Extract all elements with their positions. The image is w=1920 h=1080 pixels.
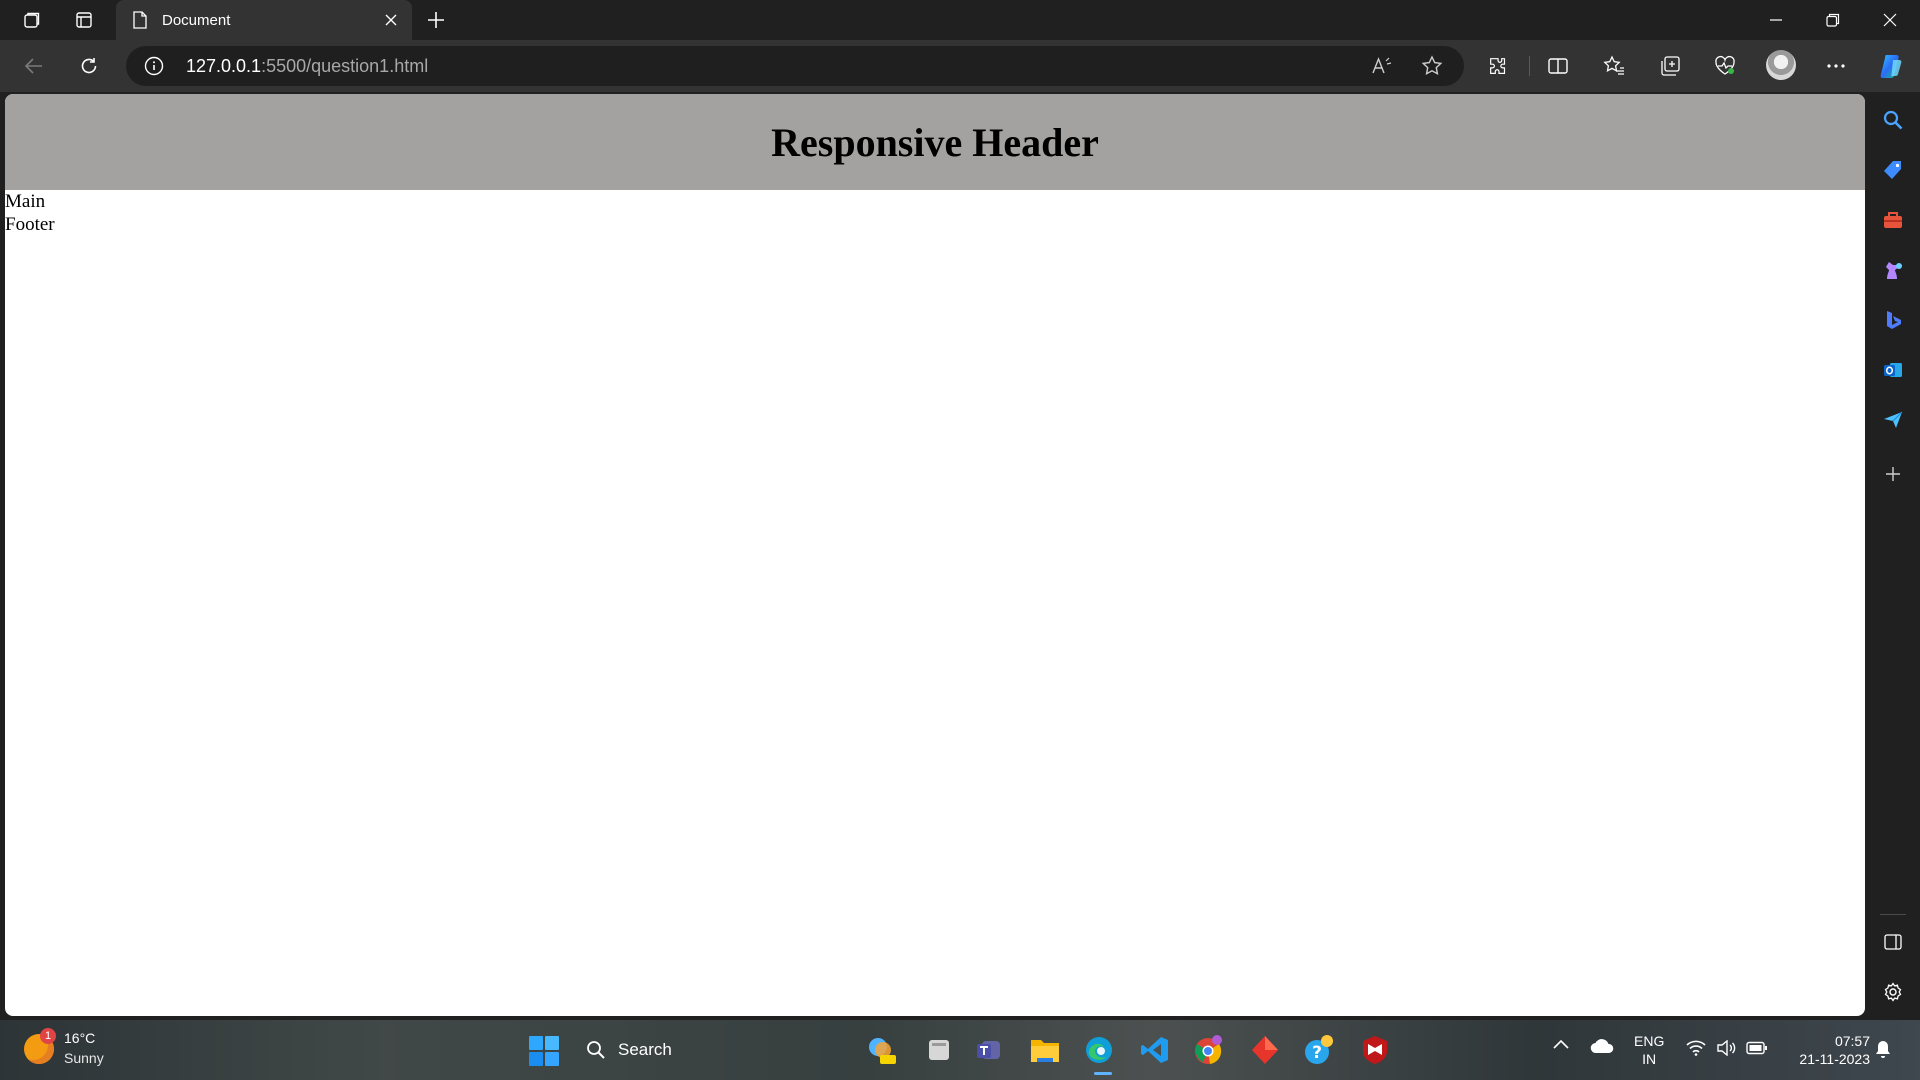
refresh-icon[interactable] — [71, 48, 107, 84]
teams-icon[interactable] — [972, 1033, 1006, 1067]
weather-badge: 1 — [40, 1028, 56, 1044]
hide-sidebar-icon[interactable] — [1875, 924, 1911, 960]
red-diamond-app-icon[interactable] — [1248, 1033, 1282, 1067]
info-icon[interactable] — [144, 56, 164, 76]
mcafee-icon[interactable] — [1358, 1033, 1392, 1067]
taskbar-search[interactable]: Search — [586, 1034, 776, 1066]
show-hidden-icons[interactable] — [1552, 1038, 1570, 1050]
copilot-pre-app-icon[interactable] — [864, 1033, 898, 1067]
games-icon[interactable] — [1875, 252, 1911, 288]
active-app-indicator — [1094, 1072, 1112, 1075]
file-app-icon[interactable] — [922, 1033, 956, 1067]
back-icon[interactable] — [16, 48, 52, 84]
main-section: Main — [5, 191, 46, 212]
edge-sidebar — [1866, 92, 1920, 1020]
add-icon[interactable] — [1875, 456, 1911, 492]
onedrive-icon[interactable] — [1590, 1038, 1614, 1054]
plus-icon[interactable] — [420, 4, 452, 36]
profile-avatar[interactable] — [1766, 50, 1796, 80]
battery-icon[interactable] — [1746, 1041, 1768, 1055]
title-bar: Document — [0, 0, 1920, 40]
favorite-star-icon[interactable] — [1416, 50, 1448, 82]
svg-text:?: ? — [1312, 1043, 1322, 1063]
page-title: Responsive Header — [771, 119, 1099, 165]
toolbar-divider — [1529, 56, 1530, 76]
copilot-icon[interactable] — [1874, 48, 1910, 84]
taskbar: 1 16°C Sunny Search ? ENG IN 07:57 21-11… — [0, 1020, 1920, 1080]
minimize-icon[interactable] — [1748, 0, 1804, 40]
sidebar-divider — [1880, 914, 1906, 915]
collections-icon[interactable] — [1652, 48, 1688, 84]
tab-title: Document — [162, 11, 231, 29]
weather-temperature[interactable]: 16°C — [64, 1030, 95, 1046]
search-label: Search — [618, 1040, 672, 1059]
send-icon[interactable] — [1875, 402, 1911, 438]
wifi-icon[interactable] — [1686, 1040, 1706, 1056]
language-code: ENG — [1634, 1033, 1665, 1049]
file-explorer-icon[interactable] — [1028, 1033, 1062, 1067]
chrome-icon[interactable] — [1192, 1033, 1226, 1067]
notification-bell-icon[interactable] — [1874, 1039, 1892, 1059]
navigation-toolbar: 127.0.0.1:5500/question1.html — [0, 40, 1920, 92]
url-text[interactable]: 127.0.0.1:5500/question1.html — [186, 56, 428, 76]
language-indicator[interactable]: ENG IN — [1634, 1032, 1664, 1068]
browser-essentials-icon[interactable] — [1707, 48, 1743, 84]
read-aloud-icon[interactable] — [1366, 50, 1398, 82]
weather-condition[interactable]: Sunny — [64, 1050, 104, 1066]
tab-document[interactable]: Document — [116, 0, 412, 40]
region-code: IN — [1642, 1051, 1657, 1067]
volume-icon[interactable] — [1716, 1040, 1736, 1056]
outlook-icon[interactable] — [1875, 352, 1911, 388]
clock[interactable]: 07:57 21-11-2023 — [1784, 1032, 1870, 1068]
url-path: :5500/question1.html — [261, 56, 429, 76]
window-close-icon[interactable] — [1862, 0, 1918, 40]
help-app-icon[interactable]: ? — [1302, 1033, 1336, 1067]
bing-icon[interactable] — [1875, 302, 1911, 338]
clock-time: 07:57 — [1834, 1033, 1870, 1049]
vscode-icon[interactable] — [1138, 1033, 1172, 1067]
page-viewport: Responsive Header Main Footer — [5, 94, 1865, 1016]
search-icon[interactable] — [1875, 102, 1911, 138]
split-screen-icon[interactable] — [1540, 48, 1576, 84]
document-icon — [130, 10, 150, 30]
url-host: 127.0.0.1 — [186, 56, 262, 76]
shopping-icon[interactable] — [1875, 152, 1911, 188]
tab-actions-icon[interactable] — [58, 0, 110, 40]
more-icon[interactable] — [1818, 48, 1854, 84]
workspaces-icon[interactable] — [6, 0, 58, 40]
search-icon — [587, 1041, 605, 1059]
settings-icon[interactable] — [1875, 974, 1911, 1010]
page-header: Responsive Header — [5, 94, 1865, 190]
close-icon[interactable] — [376, 5, 406, 35]
edge-browser-icon[interactable] — [1082, 1033, 1116, 1067]
tools-icon[interactable] — [1875, 202, 1911, 238]
windows-start-icon[interactable] — [528, 1035, 560, 1067]
extensions-icon[interactable] — [1480, 48, 1516, 84]
restore-icon[interactable] — [1805, 0, 1861, 40]
footer-section: Footer — [5, 214, 55, 235]
favorites-icon[interactable] — [1596, 48, 1632, 84]
address-bar[interactable]: 127.0.0.1:5500/question1.html — [126, 46, 1464, 86]
clock-date: 21-11-2023 — [1799, 1051, 1870, 1067]
